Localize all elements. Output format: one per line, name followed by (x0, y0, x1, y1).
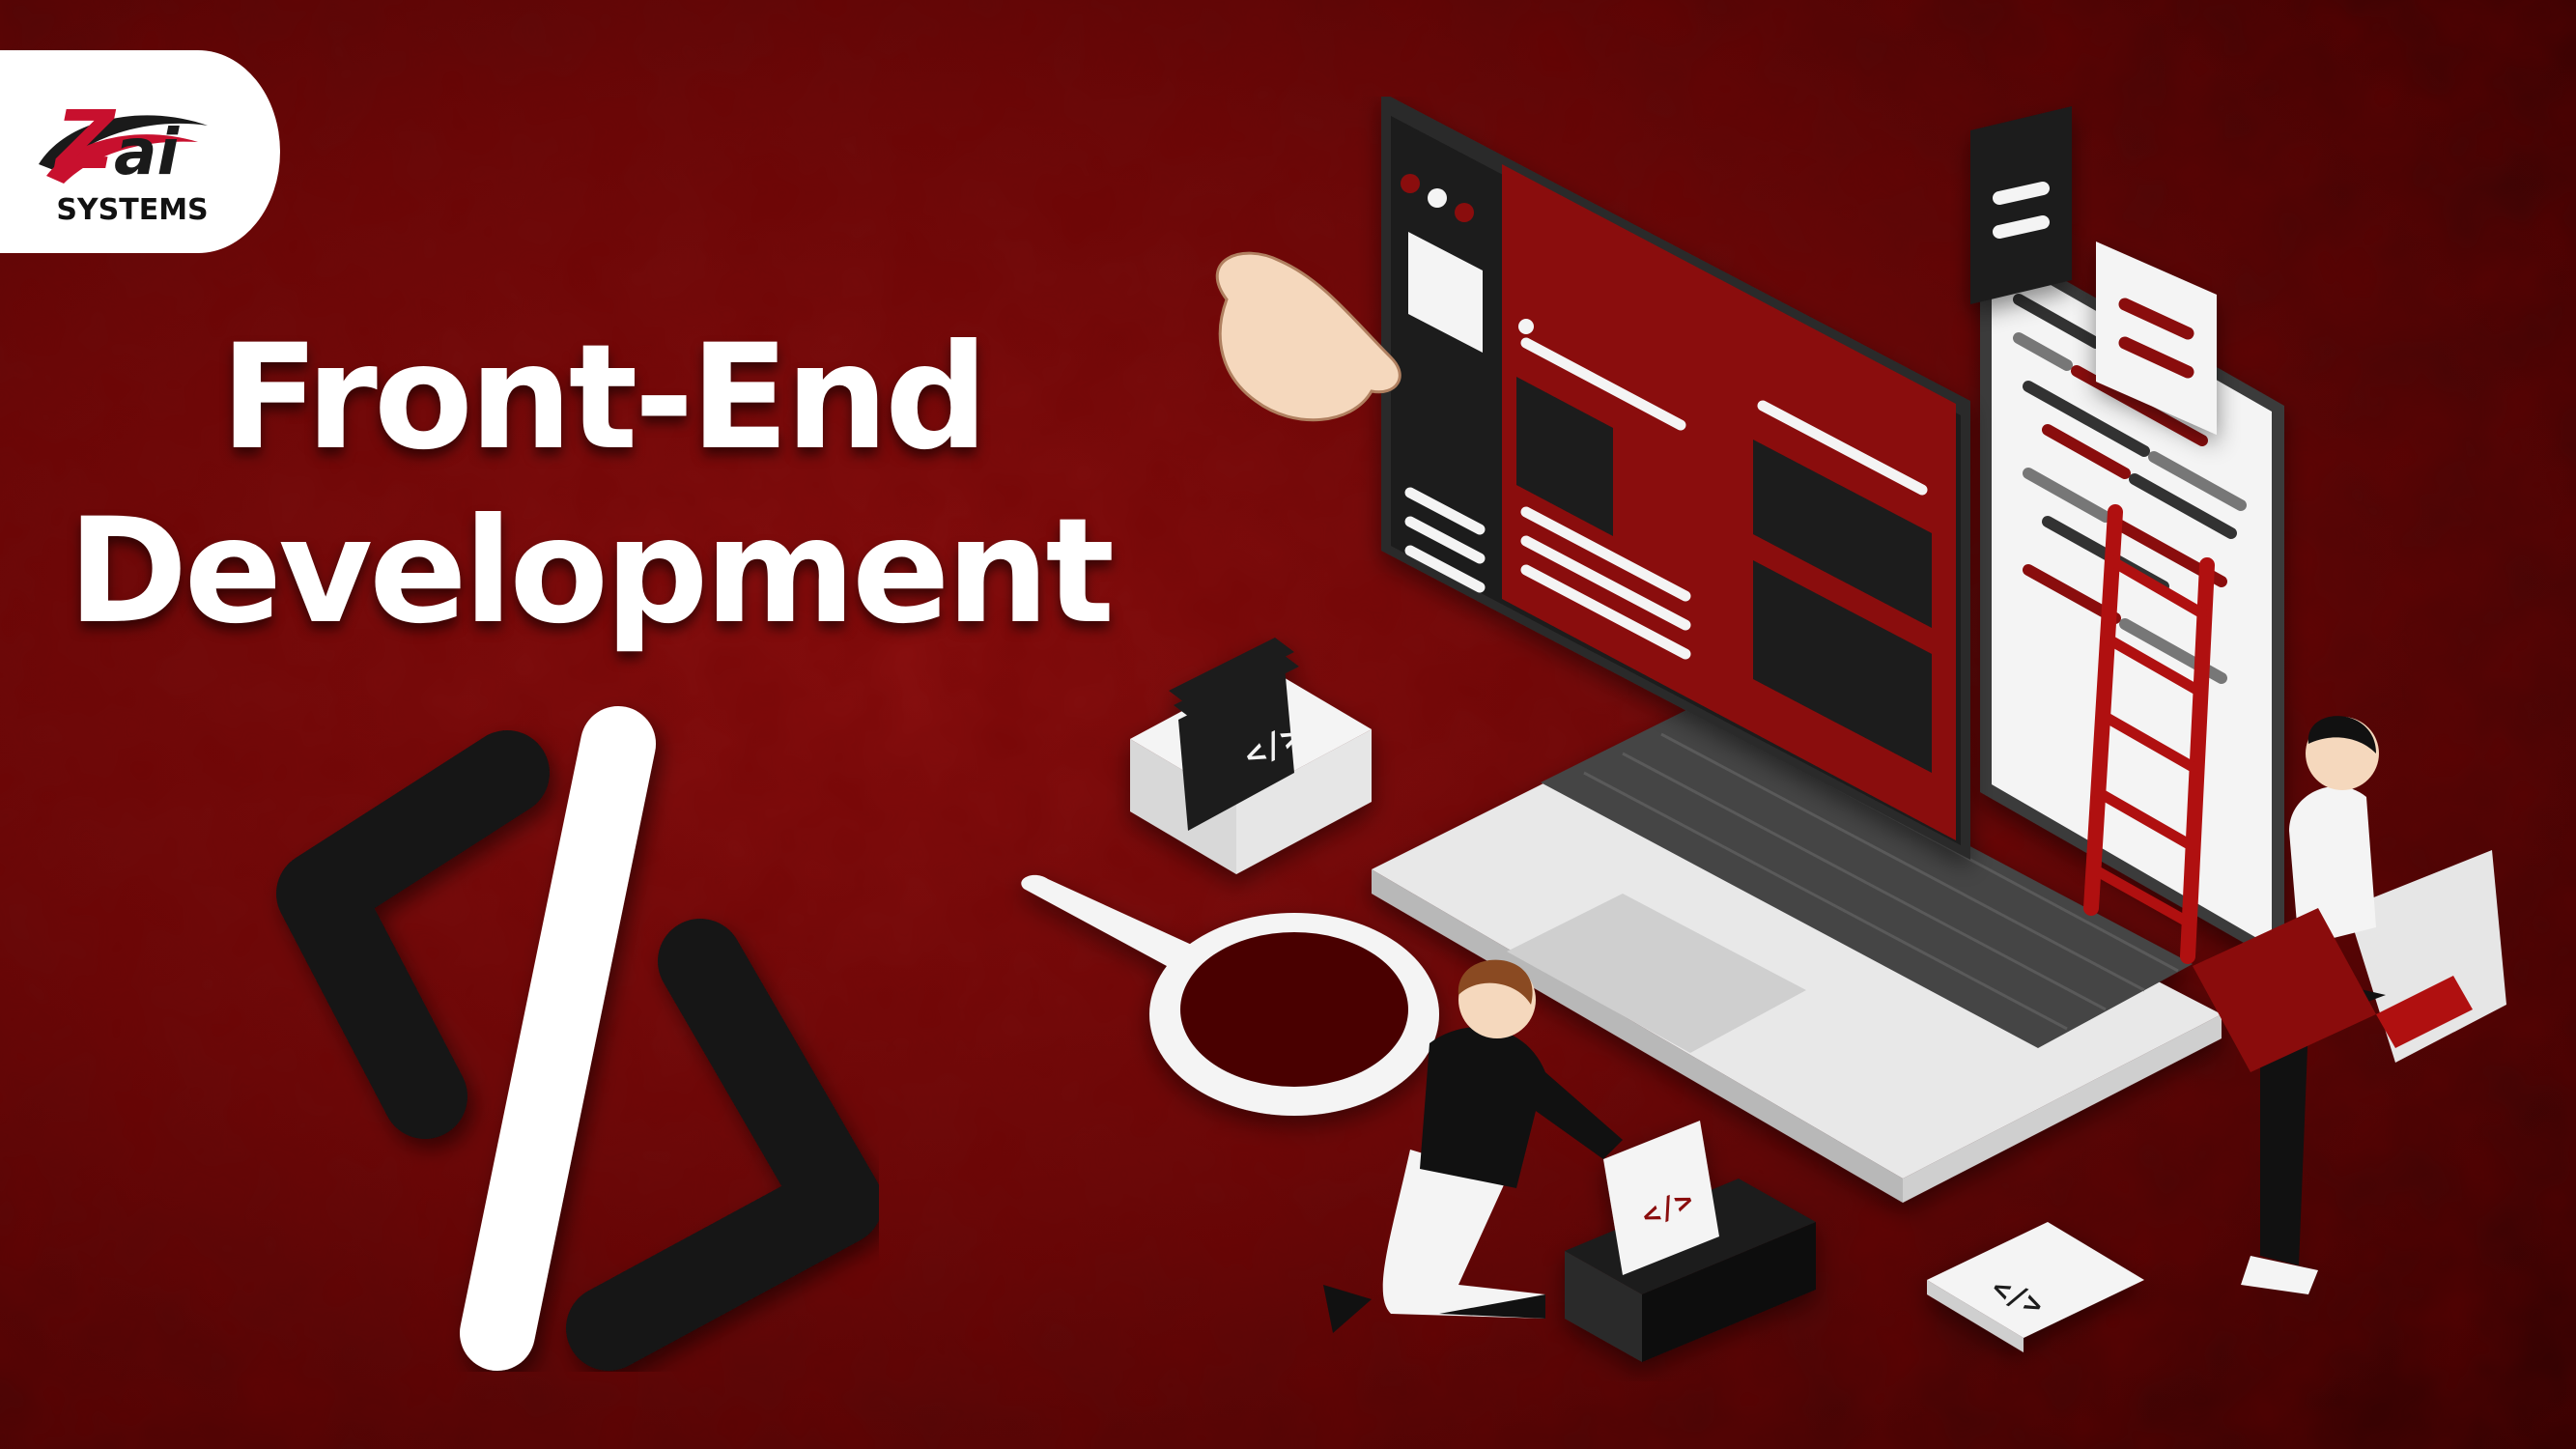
logo-subtitle: SYSTEMS (56, 193, 209, 227)
code-tile: </> (1927, 1222, 2144, 1352)
right-chevron (566, 919, 879, 1371)
logo-letters-ai: ai (114, 115, 181, 189)
isometric-illustration: </> </> </> (1021, 97, 2506, 1362)
logo-letter-z: Z (53, 93, 117, 187)
slash (460, 706, 656, 1371)
menu-card-dark (1970, 106, 2072, 304)
code-tag-icon (276, 706, 879, 1371)
hand-illustration (1215, 251, 1401, 422)
logo-badge[interactable]: Z ai SYSTEMS (0, 50, 280, 253)
code-file-box: </> (1130, 638, 1372, 874)
magnifier-icon (1021, 874, 1439, 1116)
left-chevron (276, 730, 550, 1139)
